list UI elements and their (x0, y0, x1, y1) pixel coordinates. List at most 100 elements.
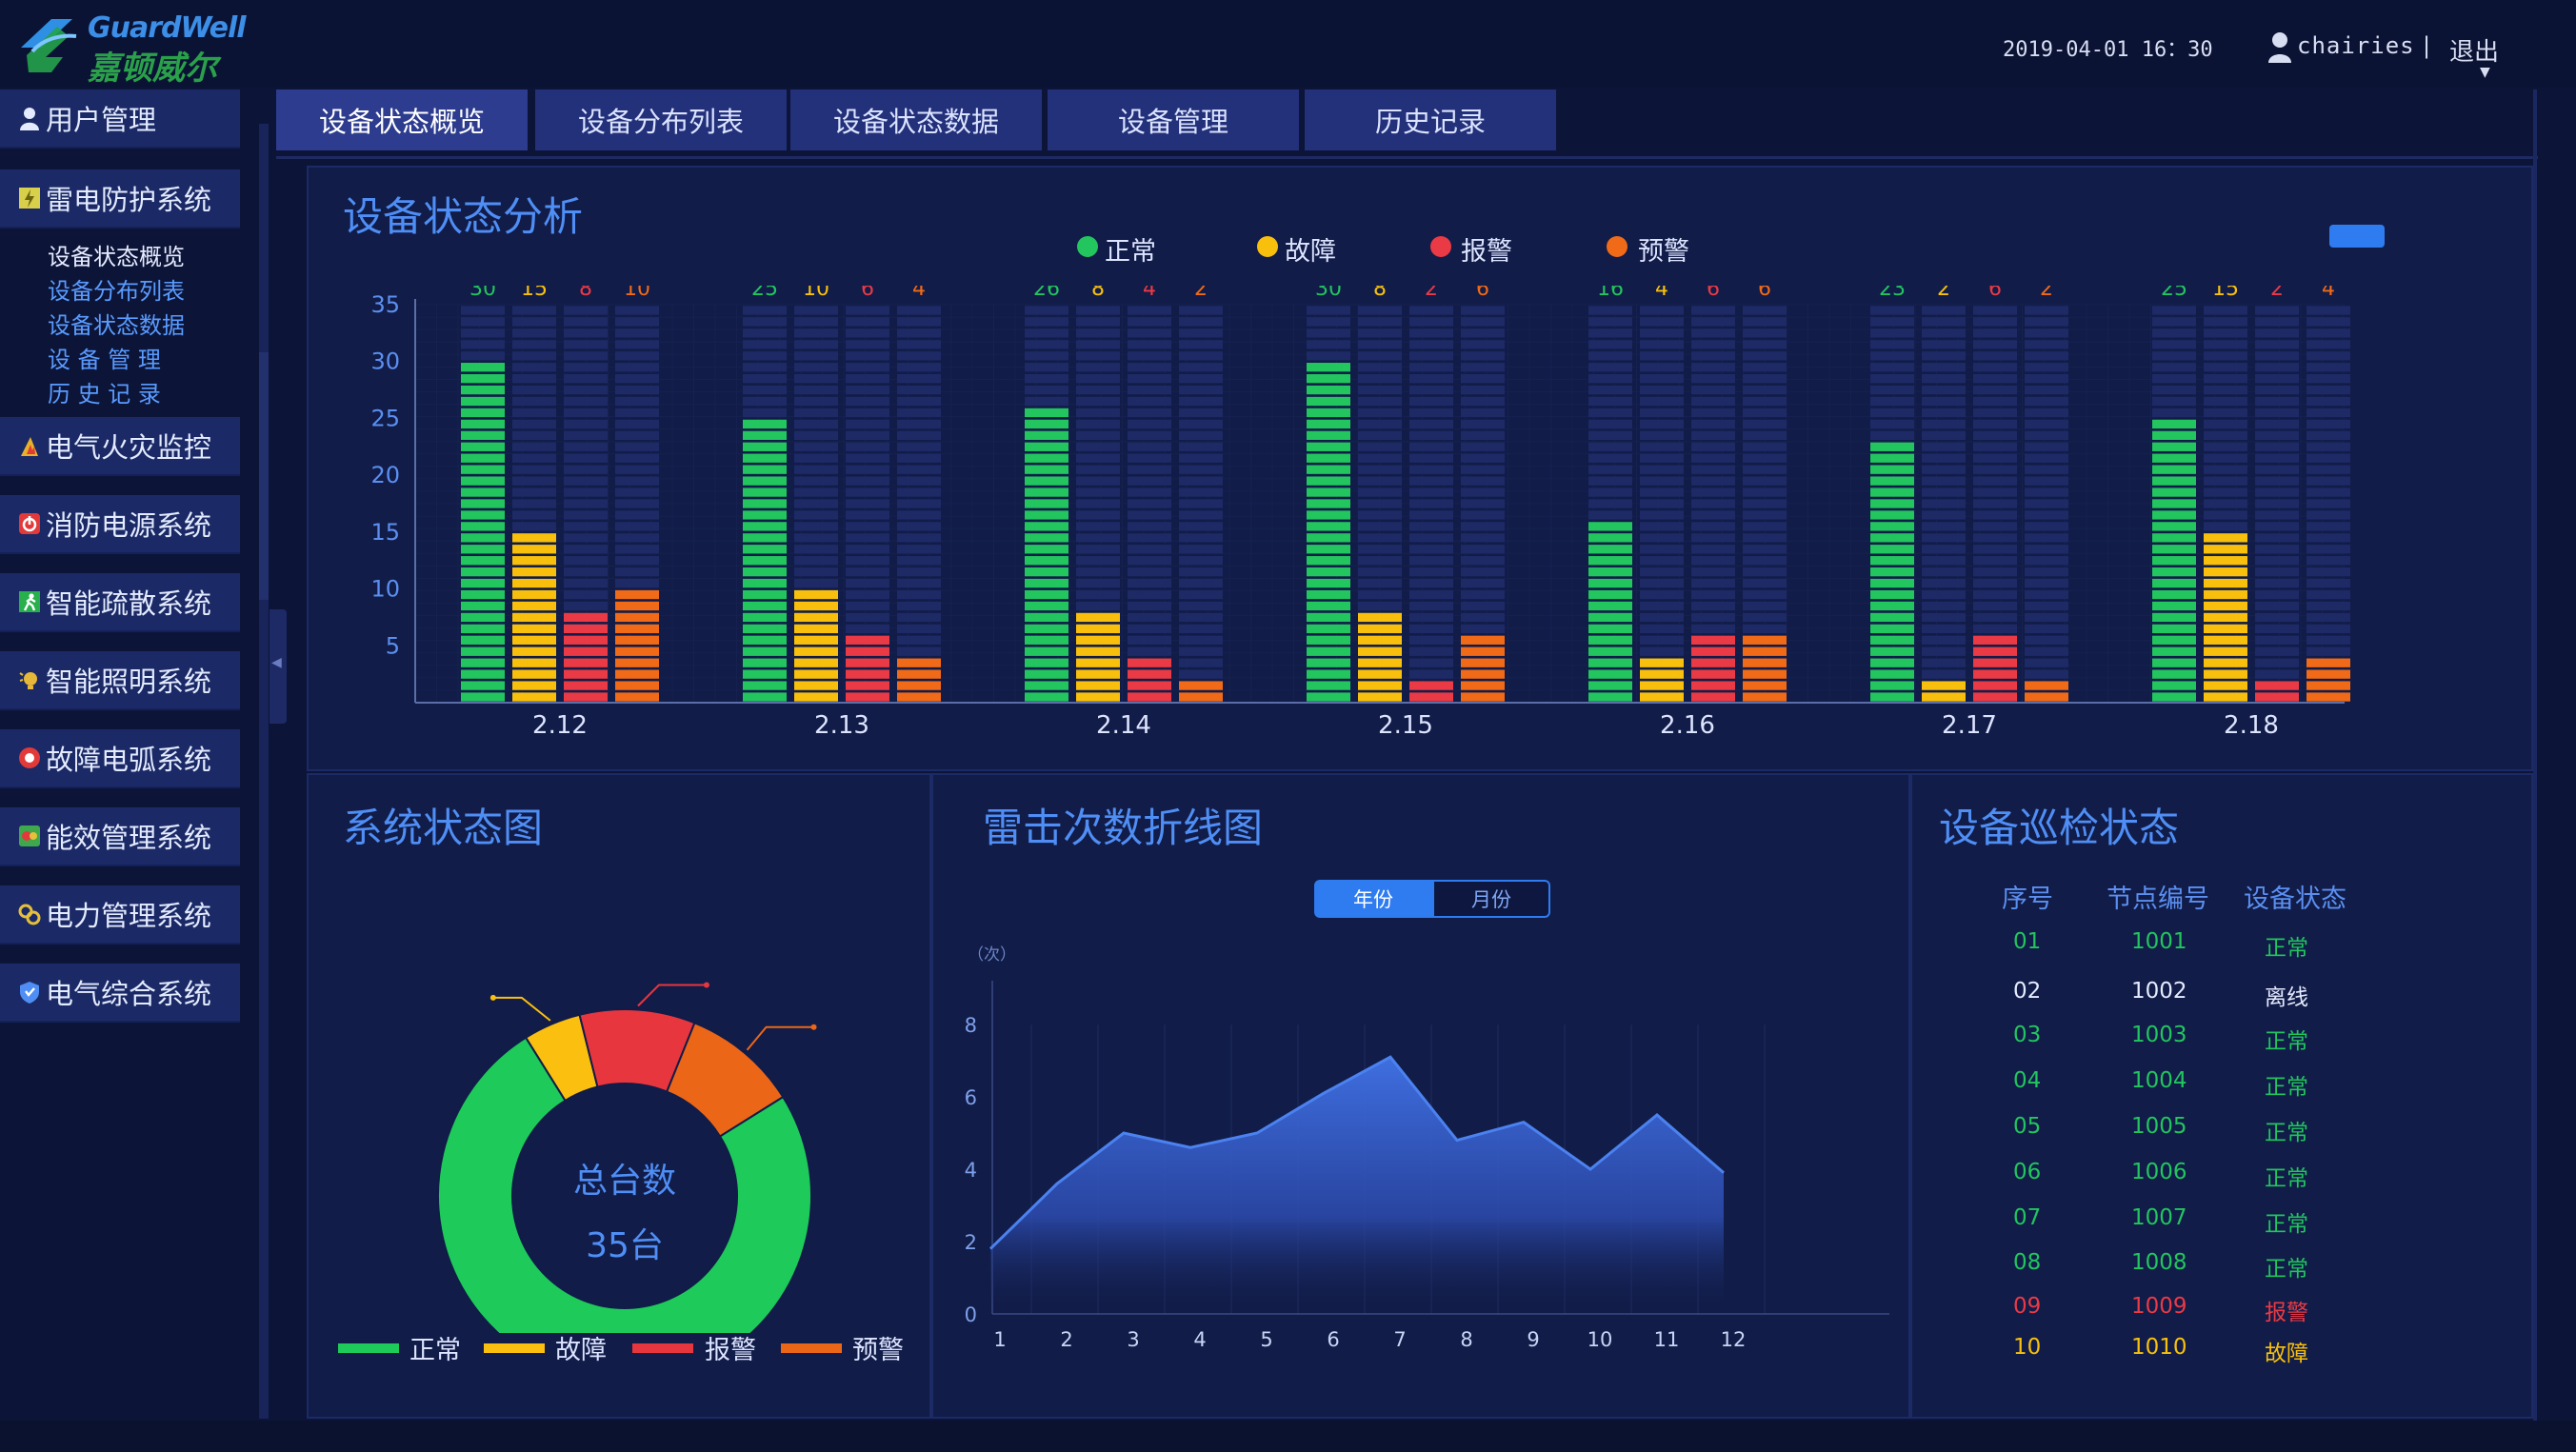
bar-segment (1870, 578, 1914, 588)
bar-segment (2025, 692, 2068, 702)
bar-segment-empty (1691, 522, 1735, 531)
submenu-item-distribution[interactable]: 设备分布列表 (48, 272, 185, 306)
bar-segment-empty (1461, 419, 1505, 429)
bar-segment-empty (564, 533, 608, 543)
sidebar-item-lighting[interactable]: 智能照明系统 (0, 651, 240, 710)
bar-segment-empty (2025, 385, 2068, 395)
bar-segment (1358, 612, 1402, 623)
bar-segment (1025, 589, 1068, 600)
bar-segment-empty (897, 612, 941, 623)
bar-segment-empty (1922, 306, 1966, 315)
bar-segment-empty (1128, 510, 1171, 520)
bar-segment (2152, 499, 2196, 508)
bar-segment-empty (2025, 340, 2068, 349)
tab-device-management[interactable]: 设备管理 (1048, 90, 1299, 150)
submenu-item-history[interactable]: 历 史 记 录 (48, 375, 161, 408)
bar-segment-empty (1973, 317, 2017, 327)
bar-segment (846, 681, 889, 690)
username[interactable]: chairies (2297, 32, 2415, 59)
sidebar-item-energy-efficiency[interactable]: 能效管理系统 (0, 807, 240, 866)
bar-segment-empty (743, 385, 787, 395)
x-tick-label: 7 (1393, 1328, 1406, 1351)
bar-segment (1588, 556, 1632, 566)
submenu-item-status-data[interactable]: 设备状态数据 (48, 307, 185, 340)
bar-segment-empty (2204, 363, 2247, 372)
bar-segment (1870, 612, 1914, 623)
chevron-down-icon[interactable]: ▼ (2480, 65, 2490, 80)
bar-segment-empty (2255, 669, 2299, 679)
panel-toggle-button[interactable] (2329, 225, 2385, 248)
bar-segment-empty (1179, 499, 1223, 508)
bar-segment-empty (1922, 396, 1966, 407)
bar-segment (461, 373, 505, 384)
bar-segment (1025, 465, 1068, 474)
tab-device-distribution[interactable]: 设备分布列表 (535, 90, 787, 150)
bar-segment-empty (2255, 419, 2299, 429)
bar-segment (461, 442, 505, 451)
bar-segment (2255, 681, 2299, 690)
tab-history[interactable]: 历史记录 (1305, 90, 1556, 150)
bar-segment-empty (1922, 408, 1966, 418)
bar-segment (794, 624, 838, 634)
bar-segment-empty (1128, 476, 1171, 486)
bar-segment-empty (564, 340, 608, 349)
bar-segment-empty (1743, 317, 1787, 327)
bar-segment-empty (615, 373, 659, 384)
bar-segment-empty (512, 306, 556, 315)
sidebar-item-power-mgmt[interactable]: 电力管理系统 (0, 885, 240, 945)
sidebar-item-fire-power[interactable]: 消防电源系统 (0, 495, 240, 554)
bar-segment-empty (512, 442, 556, 451)
bar-segment-empty (2204, 340, 2247, 349)
table-cell-no: 10 (2013, 1335, 2042, 1360)
tab-device-overview[interactable]: 设备状态概览 (276, 90, 528, 150)
toggle-month[interactable]: 月份 (1432, 880, 1550, 918)
bar-segment-empty (1461, 328, 1505, 338)
bar-value-label: 30 (1315, 286, 1342, 301)
bar-segment-empty (743, 351, 787, 361)
bar-segment (461, 669, 505, 679)
bar-segment-empty (1179, 522, 1223, 531)
sidebar-item-electrical-integrated[interactable]: 电气综合系统 (0, 964, 240, 1023)
toggle-year[interactable]: 年份 (1314, 880, 1432, 918)
tab-device-status-data[interactable]: 设备状态数据 (790, 90, 1042, 150)
bar-segment-empty (1461, 453, 1505, 463)
bar-segment-empty (846, 385, 889, 395)
sidebar-item-fire-monitor[interactable]: 电气火灾监控 (0, 417, 240, 476)
sidebar-item-evacuation[interactable]: 智能疏散系统 (0, 573, 240, 632)
bar-segment (743, 499, 787, 508)
bar-value-label: 8 (579, 286, 592, 301)
bar-segment (1307, 385, 1350, 395)
sidebar-scrollbar-thumb[interactable] (259, 352, 269, 600)
bar-segment-empty (846, 306, 889, 315)
bar-segment-empty (1461, 306, 1505, 315)
bar-segment-empty (1922, 624, 1966, 634)
bar-segment-empty (2025, 317, 2068, 327)
bar-segment (2152, 681, 2196, 690)
sidebar-item-lightning-protection[interactable]: 雷电防护系统 (0, 169, 240, 229)
bar-segment-empty (1076, 545, 1120, 554)
bar-segment-empty (2025, 442, 2068, 451)
bar-segment-empty (564, 351, 608, 361)
bar-segment (512, 624, 556, 634)
sidebar-item-arc-fault[interactable]: 故障电弧系统 (0, 729, 240, 788)
sidebar-scrollbar[interactable] (259, 124, 269, 1419)
bar-segment-empty (2025, 363, 2068, 372)
sidebar-item-user-management[interactable]: 用户管理 (0, 90, 240, 149)
bar-segment-empty (846, 578, 889, 588)
bar-segment-empty (512, 487, 556, 497)
x-tick-label: 8 (1460, 1328, 1472, 1351)
bar-segment-empty (1128, 396, 1171, 407)
bar-segment-empty (1461, 556, 1505, 566)
bar-segment (846, 692, 889, 702)
bar-segment (1870, 669, 1914, 679)
bar-segment-empty (1179, 363, 1223, 372)
bar-segment-empty (564, 306, 608, 315)
bar-segment (743, 510, 787, 520)
chevron-left-icon[interactable]: ◀ (271, 655, 282, 670)
submenu-item-device-mgmt[interactable]: 设 备 管 理 (48, 341, 161, 374)
bar-segment-empty (1461, 476, 1505, 486)
logout-button[interactable]: 退出 (2449, 32, 2499, 68)
bar-segment-empty (2255, 658, 2299, 667)
bar-segment-empty (1973, 624, 2017, 634)
submenu-item-overview[interactable]: 设备状态概览 (48, 238, 185, 271)
